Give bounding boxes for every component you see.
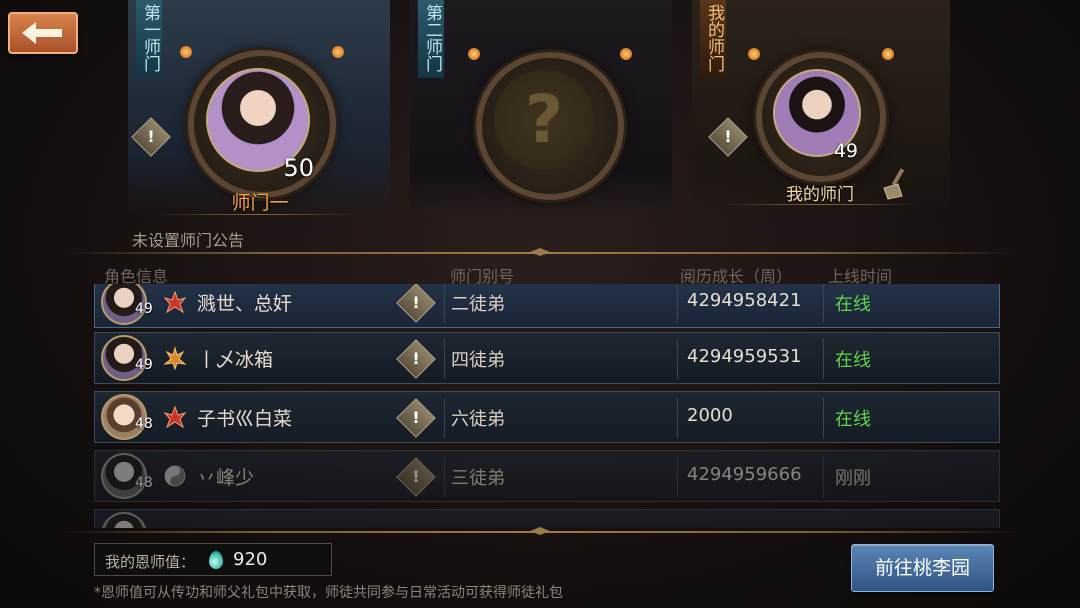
member-row[interactable]: 48 丷峰少 ! 三徒弟 4294959666 刚刚: [94, 450, 1000, 502]
member-list[interactable]: 49 溅世、总奸 ! 二徒弟 4294958421 在线 49 丨乄冰箱 ! 四…: [94, 284, 1000, 528]
member-level: 49: [135, 301, 153, 317]
warning-icon[interactable]: !: [396, 284, 436, 323]
member-name: 丷峰少: [197, 467, 255, 489]
warning-icon[interactable]: !: [131, 117, 171, 157]
warning-icon[interactable]: !: [708, 117, 748, 157]
column-separator: [823, 457, 824, 497]
column-separator: [677, 284, 678, 323]
member-online-status: 刚刚: [835, 468, 871, 489]
member-name: 溅世、总奸: [197, 293, 293, 315]
member-row[interactable]: 49 丨乄冰箱 ! 四徒弟 4294959531 在线: [94, 332, 1000, 384]
sect-medallion[interactable]: 49: [748, 48, 894, 182]
name-underline: [722, 204, 922, 205]
back-arrow-icon: [22, 22, 62, 44]
member-alias: 二徒弟: [451, 294, 505, 315]
name-underline: [158, 214, 358, 215]
jade-drop-icon: [209, 551, 223, 569]
member-alias: 六徒弟: [451, 409, 505, 430]
column-separator: [677, 398, 678, 438]
member-level: 49: [135, 357, 153, 373]
section-divider: [60, 527, 1020, 535]
master-level: 49: [833, 140, 858, 162]
member-row[interactable]: 49 溅世、总奸 ! 二徒弟 4294958421 在线: [94, 284, 1000, 328]
sect-announcement: 未设置师门公告: [132, 231, 245, 250]
member-online-status: 在线: [835, 350, 871, 371]
slot-tag: 第二师门: [418, 0, 444, 78]
member-level: 48: [135, 416, 153, 432]
warning-icon[interactable]: !: [396, 339, 436, 379]
sect-slot-second[interactable]: 第二师门 ?: [410, 0, 672, 215]
column-separator: [823, 284, 824, 323]
footnote-text: *恩师值可从传功和师父礼包中获取，师徒共同参与日常活动可获得师徒礼包: [94, 585, 563, 601]
member-growth: 4294958421: [687, 290, 802, 311]
warning-icon[interactable]: !: [396, 457, 436, 497]
slot-tag: 我的师门: [700, 0, 726, 78]
member-growth: 4294959531: [687, 346, 802, 367]
column-separator: [823, 339, 824, 379]
go-to-taoli-garden-button[interactable]: 前往桃李园: [851, 544, 994, 592]
member-name: 子书巛白菜: [197, 408, 293, 430]
column-separator: [444, 457, 445, 497]
member-online-status: 在线: [835, 294, 871, 315]
sect-emblem-icon: [163, 290, 187, 314]
column-separator: [444, 339, 445, 379]
column-separator: [444, 398, 445, 438]
master-level: 50: [283, 154, 314, 182]
edit-shovel-icon[interactable]: [882, 166, 912, 200]
sect-emblem-icon: [163, 405, 187, 429]
member-level: 48: [135, 475, 153, 491]
member-online-status: 在线: [835, 409, 871, 430]
sect-emblem-icon: [164, 465, 186, 487]
sect-slot-first[interactable]: 第一师门 ! 50 师门一: [128, 0, 390, 215]
member-growth: 2000: [687, 405, 733, 426]
member-growth: 4294959666: [687, 464, 802, 485]
sect-emblem-icon: [163, 346, 187, 370]
back-button[interactable]: [8, 12, 78, 54]
sect-name: 师门一: [231, 192, 289, 214]
member-row-partial[interactable]: [94, 509, 1000, 528]
sect-name: 我的师门: [786, 185, 854, 205]
question-mark-icon: ?: [494, 70, 594, 170]
member-name: 丨乄冰箱: [197, 349, 274, 371]
column-separator: [677, 339, 678, 379]
warning-icon[interactable]: !: [396, 398, 436, 438]
empty-sect-medallion[interactable]: ?: [468, 48, 632, 200]
column-separator: [823, 398, 824, 438]
mentor-value: 920: [233, 549, 268, 570]
column-separator: [677, 457, 678, 497]
member-avatar[interactable]: [101, 512, 147, 528]
sect-medallion[interactable]: 50: [180, 46, 344, 198]
slot-tag: 第一师门: [136, 0, 162, 78]
member-row[interactable]: 48 子书巛白菜 ! 六徒弟 2000 在线: [94, 391, 1000, 443]
member-alias: 三徒弟: [451, 468, 505, 489]
sect-slot-mine[interactable]: 我的师门 ! 49 我的师门: [692, 0, 950, 215]
section-divider: [60, 248, 1020, 256]
mentor-value-box: 我的恩师值： 920: [94, 543, 332, 576]
column-separator: [444, 284, 445, 323]
mentor-value-label: 我的恩师值：: [105, 553, 196, 571]
member-alias: 四徒弟: [451, 350, 505, 371]
